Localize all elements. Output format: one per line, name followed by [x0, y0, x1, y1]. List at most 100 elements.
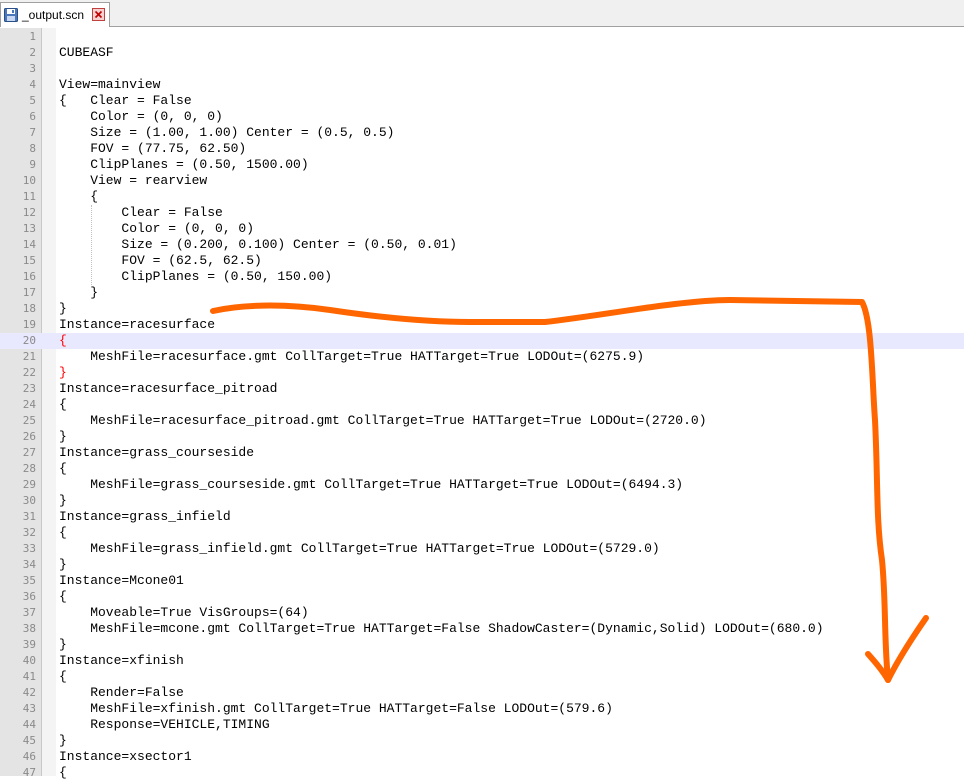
editor-line[interactable]: 17 } — [0, 285, 964, 301]
editor-line[interactable]: 38 MeshFile=mcone.gmt CollTarget=True HA… — [0, 621, 964, 637]
editor-line[interactable]: 8 FOV = (77.75, 62.50) — [0, 141, 964, 157]
editor-line[interactable]: 35 Instance=Mcone01 — [0, 573, 964, 589]
line-number: 19 — [22, 318, 36, 331]
code-text: Instance=racesurface — [59, 317, 216, 332]
editor-line[interactable]: 2 CUBEASF — [0, 45, 964, 61]
line-number: 28 — [22, 462, 36, 475]
editor-line[interactable]: 18} — [0, 301, 964, 317]
editor-line[interactable]: 21 MeshFile=racesurface.gmt CollTarget=T… — [0, 349, 964, 365]
editor-line[interactable]: 27 Instance=grass_courseside — [0, 445, 964, 461]
editor-line[interactable]: 19 Instance=racesurface — [0, 317, 964, 333]
editor-line[interactable]: 1 — [0, 29, 964, 45]
line-number: 15 — [22, 254, 36, 267]
code-text: { — [59, 525, 67, 540]
code-text: Instance=grass_infield — [59, 509, 231, 524]
line-number: 30 — [22, 494, 36, 507]
code-text: Color = (0, 0, 0) — [59, 109, 223, 124]
editor-line[interactable]: 47 { — [0, 765, 964, 781]
code-text: { — [59, 589, 67, 604]
editor-line[interactable]: 31 Instance=grass_infield — [0, 509, 964, 525]
editor-line[interactable]: 25 MeshFile=racesurface_pitroad.gmt Coll… — [0, 413, 964, 429]
editor-line[interactable]: 45} — [0, 733, 964, 749]
code-text: MeshFile=grass_courseside.gmt CollTarget… — [59, 477, 684, 492]
line-number: 33 — [22, 542, 36, 555]
editor-line[interactable]: 32 { — [0, 525, 964, 541]
code-text: } — [59, 429, 67, 444]
editor-line[interactable]: 10 View = rearview — [0, 173, 964, 189]
editor-line[interactable]: 36 { — [0, 589, 964, 605]
indent-guide — [91, 205, 92, 285]
editor-line[interactable]: 20 { — [0, 333, 964, 349]
code-text: } — [59, 365, 67, 380]
line-number: 1 — [29, 30, 36, 43]
code-text: View=mainview — [59, 77, 161, 92]
editor-line[interactable]: 3 — [0, 61, 964, 77]
editor-line[interactable]: 6 Color = (0, 0, 0) — [0, 109, 964, 125]
close-icon[interactable] — [92, 8, 105, 21]
code-text: { — [59, 189, 99, 204]
line-number: 9 — [29, 158, 36, 171]
editor-line[interactable]: 22} — [0, 365, 964, 381]
editor-line[interactable]: 11 { — [0, 189, 964, 205]
code-text: FOV = (62.5, 62.5) — [59, 253, 262, 268]
line-number: 10 — [22, 174, 36, 187]
editor-line[interactable]: 34} — [0, 557, 964, 573]
line-number: 37 — [22, 606, 36, 619]
editor-line[interactable]: 12 Clear = False — [0, 205, 964, 221]
editor-line[interactable]: 29 MeshFile=grass_courseside.gmt CollTar… — [0, 477, 964, 493]
editor-line[interactable]: 4 View=mainview — [0, 77, 964, 93]
line-number: 47 — [22, 766, 36, 779]
code-editor[interactable]: 1 2 CUBEASF 3 4 View=mainview 5{ Clear = False… — [0, 28, 964, 780]
editor-line[interactable]: 33 MeshFile=grass_infield.gmt CollTarget… — [0, 541, 964, 557]
line-number: 14 — [22, 238, 36, 251]
code-text: } — [59, 733, 67, 748]
line-number: 32 — [22, 526, 36, 539]
editor-line[interactable]: 40 Instance=xfinish — [0, 653, 964, 669]
editor-line[interactable]: 41 { — [0, 669, 964, 685]
editor-line[interactable]: 5 { Clear = False — [0, 93, 964, 109]
code-text: Instance=xsector1 — [59, 749, 192, 764]
editor-line[interactable]: 13 Color = (0, 0, 0) — [0, 221, 964, 237]
editor-line[interactable]: 39} — [0, 637, 964, 653]
line-number: 34 — [22, 558, 36, 571]
code-text: Size = (1.00, 1.00) Center = (0.5, 0.5) — [59, 125, 395, 140]
code-text: Instance=grass_courseside — [59, 445, 255, 460]
floppy-save-icon — [4, 8, 18, 22]
editor-line[interactable]: 46 Instance=xsector1 — [0, 749, 964, 765]
code-text: } — [59, 301, 67, 316]
editor-line[interactable]: 14 Size = (0.200, 0.100) Center = (0.50,… — [0, 237, 964, 253]
editor-line[interactable]: 30} — [0, 493, 964, 509]
editor-line[interactable]: 24 { — [0, 397, 964, 413]
line-number: 18 — [22, 302, 36, 315]
editor-line[interactable]: 28 { — [0, 461, 964, 477]
code-text: View = rearview — [59, 173, 208, 188]
editor-line[interactable]: 16 ClipPlanes = (0.50, 150.00) — [0, 269, 964, 285]
line-number: 41 — [22, 670, 36, 683]
line-number: 6 — [29, 110, 36, 123]
editor-line[interactable]: 42 Render=False — [0, 685, 964, 701]
code-text: FOV = (77.75, 62.50) — [59, 141, 247, 156]
code-text: } — [59, 637, 67, 652]
code-text: { — [59, 397, 67, 412]
code-text: Instance=racesurface_pitroad — [59, 381, 278, 396]
line-number: 26 — [22, 430, 36, 443]
editor-line[interactable]: 26} — [0, 429, 964, 445]
line-number: 24 — [22, 398, 36, 411]
editor-line[interactable]: 43 MeshFile=xfinish.gmt CollTarget=True … — [0, 701, 964, 717]
editor-line[interactable]: 9 ClipPlanes = (0.50, 1500.00) — [0, 157, 964, 173]
tab-output-scn[interactable]: _output.scn — [0, 2, 110, 27]
code-text: { — [59, 461, 67, 476]
code-text: { — [59, 765, 67, 780]
code-text: ClipPlanes = (0.50, 150.00) — [59, 269, 333, 284]
editor-line[interactable]: 37 Moveable=True VisGroups=(64) — [0, 605, 964, 621]
editor-line[interactable]: 44 Response=VEHICLE,TIMING — [0, 717, 964, 733]
line-number: 7 — [29, 126, 36, 139]
editor-line[interactable]: 15 FOV = (62.5, 62.5) — [0, 253, 964, 269]
editor-line[interactable]: 23 Instance=racesurface_pitroad — [0, 381, 964, 397]
code-text: MeshFile=mcone.gmt CollTarget=True HATTa… — [59, 621, 824, 636]
line-number: 43 — [22, 702, 36, 715]
editor-line[interactable]: 7 Size = (1.00, 1.00) Center = (0.5, 0.5… — [0, 125, 964, 141]
line-number: 46 — [22, 750, 36, 763]
line-number: 17 — [22, 286, 36, 299]
code-text: ClipPlanes = (0.50, 1500.00) — [59, 157, 309, 172]
